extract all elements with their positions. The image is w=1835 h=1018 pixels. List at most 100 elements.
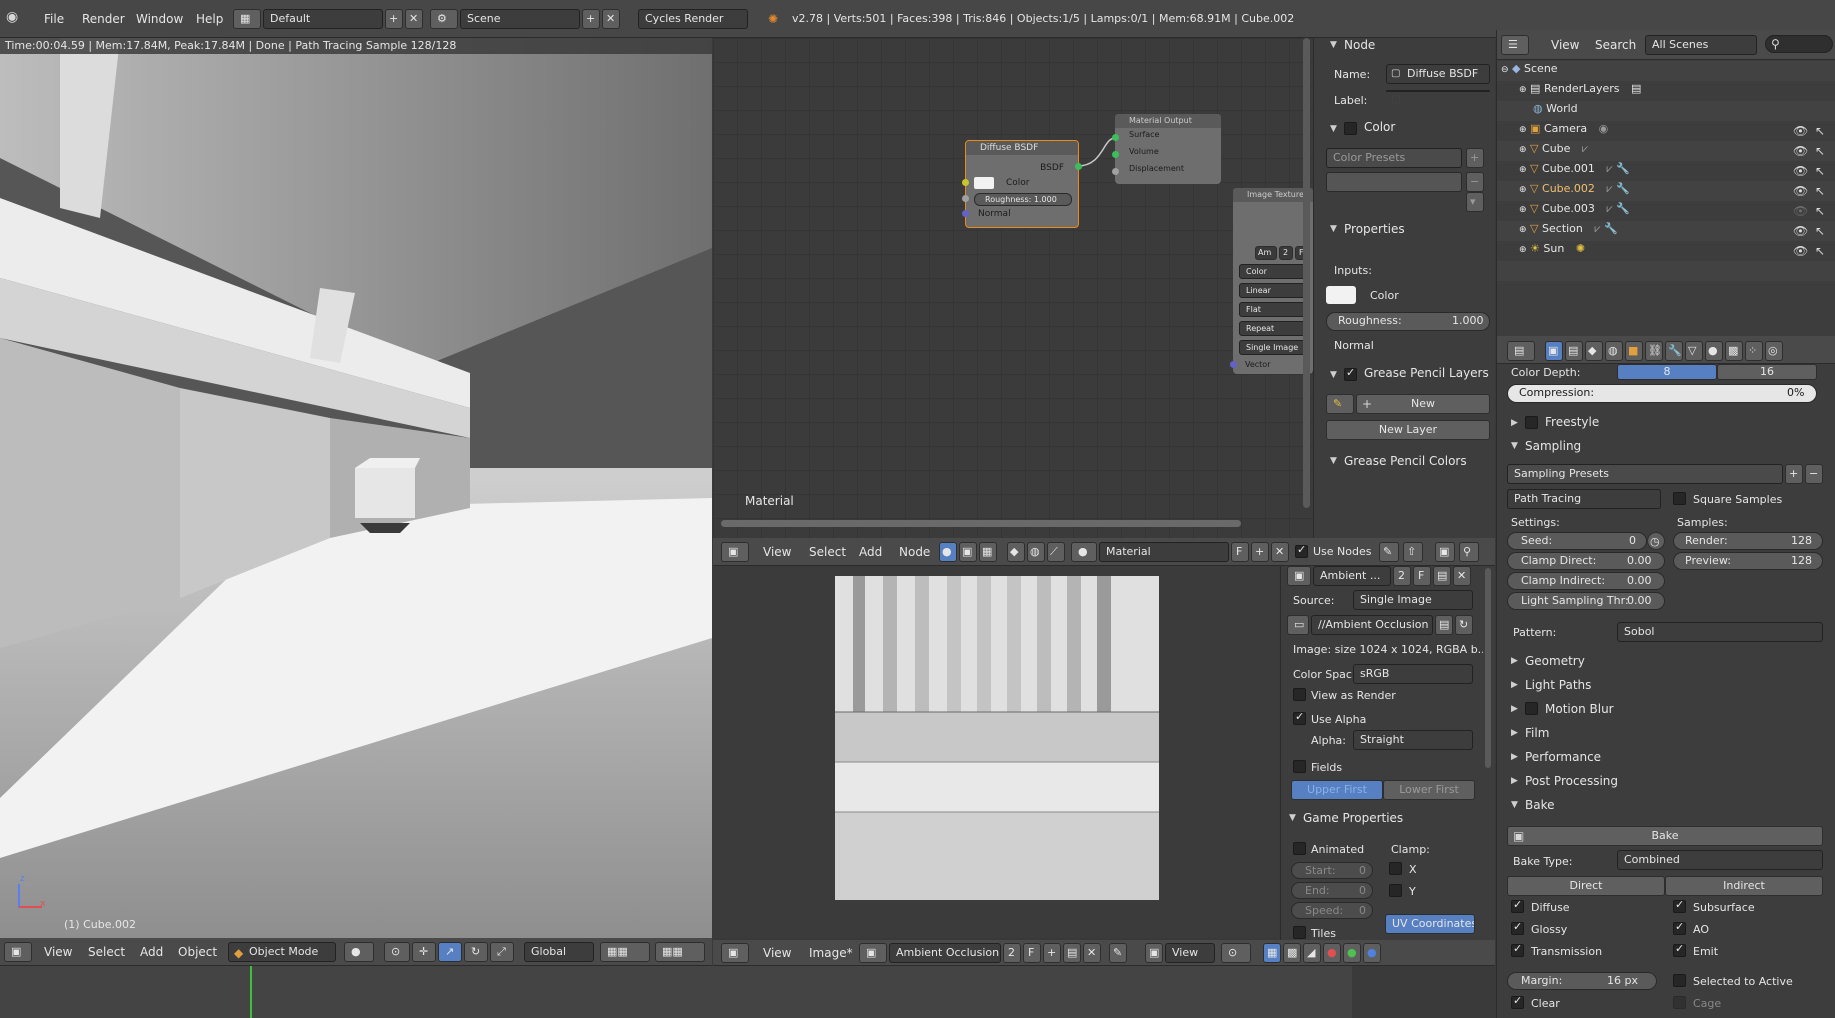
output-surface-socket[interactable]	[1112, 134, 1119, 141]
material-output-node[interactable]: Material Output Surface Volume Displacem…	[1115, 114, 1221, 184]
expand-icon[interactable]: ⊕	[1519, 125, 1527, 135]
image-file-icon[interactable]: ▭	[1287, 615, 1309, 635]
compositor-tree-icon[interactable]: ▣	[959, 542, 977, 562]
image-unlink-button[interactable]: ✕	[1083, 943, 1101, 963]
gp-layers-checkbox[interactable]	[1344, 366, 1357, 381]
object-shader-icon[interactable]: ◆	[1007, 542, 1025, 562]
output-volume-socket[interactable]	[1112, 151, 1119, 158]
linestyle-shader-icon[interactable]: ⟋	[1047, 542, 1065, 562]
scene-delete-button[interactable]: ✕	[602, 9, 620, 29]
outliner-item-camera[interactable]: ⊕ ▣ Camera ◉	[1519, 122, 1608, 135]
image-texture-users-button[interactable]: 2	[1279, 246, 1293, 260]
selectable-cursor-icon[interactable]: ↖	[1815, 164, 1825, 178]
image-mode-select[interactable]: View	[1165, 943, 1215, 963]
menu-file[interactable]: File	[44, 12, 64, 26]
node-editor-type-icon[interactable]: ▣	[721, 542, 749, 562]
game-props-toggle[interactable]: ▼	[1289, 813, 1296, 823]
visibility-eye-icon[interactable]: 👁	[1793, 244, 1808, 258]
alpha-mode-dropdown[interactable]: Straight	[1353, 730, 1473, 750]
scene-icon[interactable]: ⚙	[430, 9, 458, 29]
pivot-select[interactable]: ⊙	[384, 942, 410, 962]
seed-animate-icon[interactable]: ◷	[1647, 532, 1665, 550]
scene-select[interactable]: Scene	[460, 9, 580, 29]
render-tab-icon[interactable]: ▣	[1545, 341, 1563, 361]
diffuse-bsdf-node[interactable]: Diffuse BSDF BSDF Color Roughness: 1.000…	[965, 140, 1079, 228]
image-channel-rgb-icon[interactable]: ▦	[1263, 943, 1281, 963]
viewport-menu-object[interactable]: Object	[178, 945, 217, 959]
performance-toggle[interactable]: ▶	[1511, 752, 1518, 762]
expand-icon[interactable]: ⊕	[1519, 245, 1527, 255]
gp-pencil-icon[interactable]: ✎	[1326, 394, 1354, 414]
modifiers-tab-icon[interactable]: 🔧	[1665, 341, 1683, 361]
bake-direct-button[interactable]: Direct	[1507, 876, 1665, 896]
editor-type-icon[interactable]: ▣	[4, 942, 32, 962]
clamp-x-checkbox[interactable]	[1389, 862, 1402, 875]
image-reload-button[interactable]: ↻	[1455, 615, 1473, 635]
scene-tab-icon[interactable]: ◆	[1585, 341, 1603, 361]
bake-button[interactable]: Bake	[1507, 826, 1823, 846]
gp-layers-section-header[interactable]: Grease Pencil Layers	[1364, 366, 1489, 380]
image-texture-node[interactable]: Image Texture Am 2 F Color Linear Flat R…	[1233, 188, 1313, 374]
selectable-cursor-icon[interactable]: ↖	[1815, 244, 1825, 258]
motion-blur-toggle[interactable]: ▶	[1511, 704, 1518, 714]
image-editor[interactable]	[713, 566, 1279, 938]
shader-tree-icon[interactable]: ●	[939, 542, 957, 562]
color-depth-16-button[interactable]: 16	[1717, 364, 1817, 380]
selectable-cursor-icon[interactable]: ↖	[1815, 124, 1825, 138]
node-section-header[interactable]: Node	[1344, 38, 1375, 52]
outliner-item-sun[interactable]: ⊕ ☀ Sun ✺	[1519, 242, 1585, 255]
image-menu-view[interactable]: View	[763, 946, 791, 960]
image-pin-icon[interactable]: ✎	[1109, 943, 1127, 963]
output-displacement-socket[interactable]	[1112, 168, 1119, 175]
translate-icon[interactable]: ↗	[438, 942, 462, 962]
upper-first-button[interactable]: Upper First	[1291, 780, 1383, 800]
node-section-toggle[interactable]: ▼	[1330, 40, 1337, 50]
pin-icon[interactable]: ✎	[1379, 542, 1399, 562]
diffuse-roughness-field[interactable]: Roughness: 1.000	[974, 193, 1072, 206]
world-shader-icon[interactable]: ◍	[1027, 542, 1045, 562]
constraints-tab-icon[interactable]: ⛓	[1645, 341, 1663, 361]
screen-layout-select[interactable]: Default	[263, 9, 383, 29]
outliner-item-cube[interactable]: ⊕ ▽ Cube ⩗	[1519, 142, 1588, 156]
motion-blur-header[interactable]: Motion Blur	[1545, 702, 1614, 716]
expand-icon[interactable]: ⊕	[1519, 205, 1527, 215]
image-source-dropdown[interactable]: Single Image	[1353, 590, 1473, 610]
image-projection-select[interactable]: Flat	[1239, 302, 1309, 317]
layers-grid-icon[interactable]: ▦▦	[600, 942, 650, 962]
uv-coordinates-button[interactable]: UV Coordinates	[1385, 914, 1475, 934]
game-props-header[interactable]: Game Properties	[1303, 811, 1403, 825]
blender-logo-icon[interactable]: ◉	[6, 10, 18, 24]
color-preview-field[interactable]	[1326, 172, 1462, 192]
image-vector-socket[interactable]	[1230, 361, 1237, 368]
object-tab-icon[interactable]: ■	[1625, 341, 1643, 361]
selectable-cursor-icon[interactable]: ↖	[1815, 184, 1825, 198]
node-editor-vscrollbar[interactable]	[1303, 38, 1310, 508]
gp-colors-section-toggle[interactable]: ▼	[1330, 456, 1337, 466]
image-filepath-browse[interactable]: ▤	[1435, 615, 1453, 635]
bake-toggle[interactable]: ▼	[1511, 800, 1518, 810]
outliner-item-world[interactable]: ◍ World	[1533, 102, 1578, 115]
material-fake-user-button[interactable]: F	[1231, 542, 1249, 562]
sampling-preset-add[interactable]: +	[1785, 464, 1803, 484]
image-filepath-field[interactable]: //Ambient Occlusion ...	[1311, 615, 1433, 635]
node-name-field[interactable]: Diffuse BSDF	[1386, 64, 1490, 84]
color-preset-remove-button[interactable]: −	[1466, 172, 1484, 192]
outliner-item-cube-003[interactable]: ⊕ ▽ Cube.003 ⩗ 🔧	[1519, 202, 1630, 216]
film-header[interactable]: Film	[1525, 726, 1549, 740]
image-channel-alpha-icon[interactable]: ▩	[1283, 943, 1301, 963]
visibility-eye-icon[interactable]: 👁	[1793, 164, 1808, 178]
animated-checkbox[interactable]	[1293, 842, 1306, 855]
integrator-select[interactable]: Path Tracing	[1507, 489, 1661, 509]
freestyle-header[interactable]: Freestyle	[1545, 415, 1599, 429]
expand-icon[interactable]: ⊕	[1519, 225, 1527, 235]
square-samples-checkbox[interactable]	[1673, 492, 1686, 505]
image-mode-icon[interactable]: ▣	[1145, 943, 1163, 963]
bake-transmission-checkbox[interactable]	[1511, 942, 1524, 957]
node-menu-select[interactable]: Select	[809, 545, 846, 559]
node-menu-node[interactable]: Node	[899, 545, 930, 559]
viewport-menu-select[interactable]: Select	[88, 945, 125, 959]
post-processing-toggle[interactable]: ▶	[1511, 776, 1518, 786]
visibility-eye-icon[interactable]: 👁	[1793, 224, 1808, 238]
node-editor-scrollbar[interactable]	[721, 520, 1241, 527]
layout-add-button[interactable]: +	[385, 9, 403, 29]
